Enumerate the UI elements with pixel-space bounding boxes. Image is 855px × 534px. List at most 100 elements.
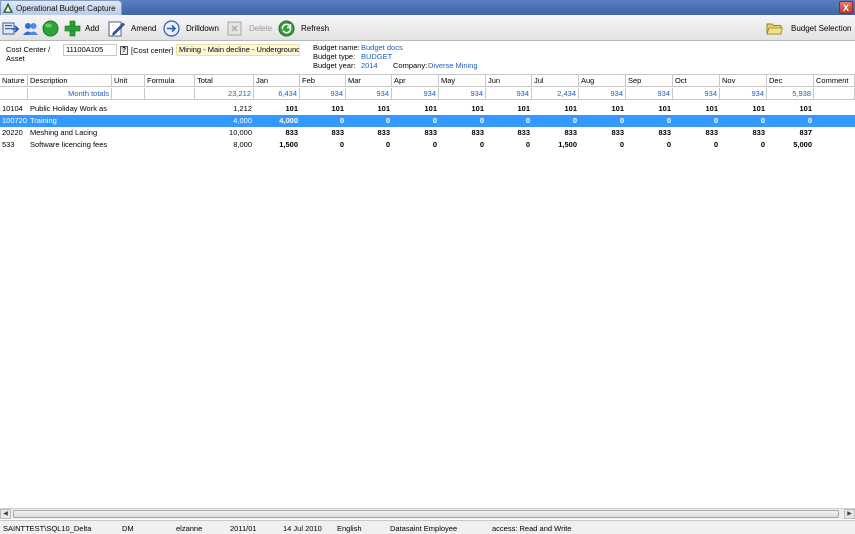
row-month-dec[interactable]: 5,000 (767, 139, 814, 151)
row-description[interactable]: Meshing and Lacing (28, 127, 112, 139)
column-header-may[interactable]: May (439, 75, 486, 87)
close-button[interactable]: X (839, 1, 853, 14)
row-month-jul[interactable]: 0 (532, 115, 579, 127)
row-description[interactable]: Training (28, 115, 112, 127)
row-month-nov[interactable]: 0 (720, 115, 767, 127)
column-header-nature[interactable]: Nature (0, 75, 28, 87)
row-month-feb[interactable]: 0 (300, 115, 346, 127)
row-month-jun[interactable]: 101 (486, 103, 532, 115)
row-total[interactable]: 4,000 (195, 115, 254, 127)
row-month-oct[interactable]: 101 (673, 103, 720, 115)
row-nature[interactable]: 10104 (0, 103, 28, 115)
horizontal-scrollbar[interactable]: ◀ ▶ (0, 508, 855, 519)
row-month-mar[interactable]: 0 (346, 115, 392, 127)
column-header-comment[interactable]: Comment (814, 75, 855, 87)
row-month-may[interactable]: 101 (439, 103, 486, 115)
column-header-formula[interactable]: Formula (145, 75, 195, 87)
row-month-aug[interactable]: 0 (579, 139, 626, 151)
column-header-apr[interactable]: Apr (392, 75, 439, 87)
row-description[interactable]: Software licencing fees (28, 139, 112, 151)
row-total[interactable]: 10,000 (195, 127, 254, 139)
row-month-apr[interactable]: 0 (392, 115, 439, 127)
cost-center-input[interactable]: 11100A105 (63, 44, 117, 56)
row-nature[interactable]: 20220 (0, 127, 28, 139)
row-month-apr[interactable]: 0 (392, 139, 439, 151)
delete-button[interactable]: Delete (226, 18, 272, 38)
row-month-dec[interactable]: 101 (767, 103, 814, 115)
budget-selection-button[interactable]: Budget Selection (766, 18, 852, 38)
scroll-right-button[interactable]: ▶ (844, 509, 855, 519)
row-month-oct[interactable]: 0 (673, 139, 720, 151)
row-month-nov[interactable]: 0 (720, 139, 767, 151)
row-month-jun[interactable]: 0 (486, 115, 532, 127)
table-row[interactable]: 10104 Public Holiday Work as 1,212 101 101 10… (0, 103, 855, 115)
column-header-mar[interactable]: Mar (346, 75, 392, 87)
row-nature[interactable]: 533 (0, 139, 28, 151)
row-month-jul[interactable]: 101 (532, 103, 579, 115)
refresh-button[interactable]: Refresh (278, 18, 329, 38)
totals-month-oct: 934 (673, 88, 720, 100)
row-month-sep[interactable]: 101 (626, 103, 673, 115)
scroll-thumb[interactable] (13, 510, 839, 518)
column-header-aug[interactable]: Aug (579, 75, 626, 87)
row-month-oct[interactable]: 833 (673, 127, 720, 139)
row-month-may[interactable]: 0 (439, 115, 486, 127)
table-row[interactable]: 100720 Training 4,000 4,000 0 0 0 0 0 0 0 0 0 0 0 (0, 115, 855, 127)
row-month-mar[interactable]: 0 (346, 139, 392, 151)
scroll-left-button[interactable]: ◀ (0, 509, 11, 519)
row-month-sep[interactable]: 833 (626, 127, 673, 139)
row-month-jan[interactable]: 833 (254, 127, 300, 139)
row-month-nov[interactable]: 833 (720, 127, 767, 139)
column-header-nov[interactable]: Nov (720, 75, 767, 87)
row-month-apr[interactable]: 833 (392, 127, 439, 139)
row-month-oct[interactable]: 0 (673, 115, 720, 127)
row-total[interactable]: 1,212 (195, 103, 254, 115)
row-month-jun[interactable]: 833 (486, 127, 532, 139)
column-header-oct[interactable]: Oct (673, 75, 720, 87)
drilldown-button[interactable]: Drilldown (163, 18, 219, 38)
row-month-may[interactable]: 833 (439, 127, 486, 139)
row-month-dec[interactable]: 0 (767, 115, 814, 127)
row-month-sep[interactable]: 0 (626, 115, 673, 127)
status-button[interactable] (42, 18, 59, 38)
column-header-feb[interactable]: Feb (300, 75, 346, 87)
row-month-feb[interactable]: 101 (300, 103, 346, 115)
users-button[interactable] (22, 18, 39, 38)
row-month-jun[interactable]: 0 (486, 139, 532, 151)
row-description[interactable]: Public Holiday Work as (28, 103, 112, 115)
column-header-description[interactable]: Description (28, 75, 112, 87)
add-button[interactable]: Add (64, 18, 99, 38)
row-month-may[interactable]: 0 (439, 139, 486, 151)
row-month-sep[interactable]: 0 (626, 139, 673, 151)
row-month-jan[interactable]: 1,500 (254, 139, 300, 151)
row-nature[interactable]: 100720 (0, 115, 28, 127)
row-month-aug[interactable]: 833 (579, 127, 626, 139)
row-month-jul[interactable]: 833 (532, 127, 579, 139)
column-header-unit[interactable]: Unit (112, 75, 145, 87)
column-header-jul[interactable]: Jul (532, 75, 579, 87)
row-month-nov[interactable]: 101 (720, 103, 767, 115)
export-button[interactable] (2, 18, 19, 38)
amend-button[interactable]: Amend (108, 18, 156, 38)
budget-header: Cost Center / Asset 11100A105 ? [Cost ce… (0, 42, 855, 74)
row-month-jan[interactable]: 101 (254, 103, 300, 115)
cost-center-lookup-button[interactable]: ? (120, 46, 128, 55)
row-month-feb[interactable]: 0 (300, 139, 346, 151)
table-row[interactable]: 20220 Meshing and Lacing 10,000 833 833 833 83… (0, 127, 855, 139)
column-header-jun[interactable]: Jun (486, 75, 532, 87)
row-month-aug[interactable]: 0 (579, 115, 626, 127)
row-month-jul[interactable]: 1,500 (532, 139, 579, 151)
column-header-jan[interactable]: Jan (254, 75, 300, 87)
row-month-mar[interactable]: 833 (346, 127, 392, 139)
column-header-sep[interactable]: Sep (626, 75, 673, 87)
column-header-total[interactable]: Total (195, 75, 254, 87)
row-month-jan[interactable]: 4,000 (254, 115, 300, 127)
column-header-dec[interactable]: Dec (767, 75, 814, 87)
row-month-aug[interactable]: 101 (579, 103, 626, 115)
row-month-mar[interactable]: 101 (346, 103, 392, 115)
row-month-apr[interactable]: 101 (392, 103, 439, 115)
row-total[interactable]: 8,000 (195, 139, 254, 151)
row-month-dec[interactable]: 837 (767, 127, 814, 139)
row-month-feb[interactable]: 833 (300, 127, 346, 139)
table-row[interactable]: 533 Software licencing fees 8,000 1,500 0 0 0 0… (0, 139, 855, 151)
